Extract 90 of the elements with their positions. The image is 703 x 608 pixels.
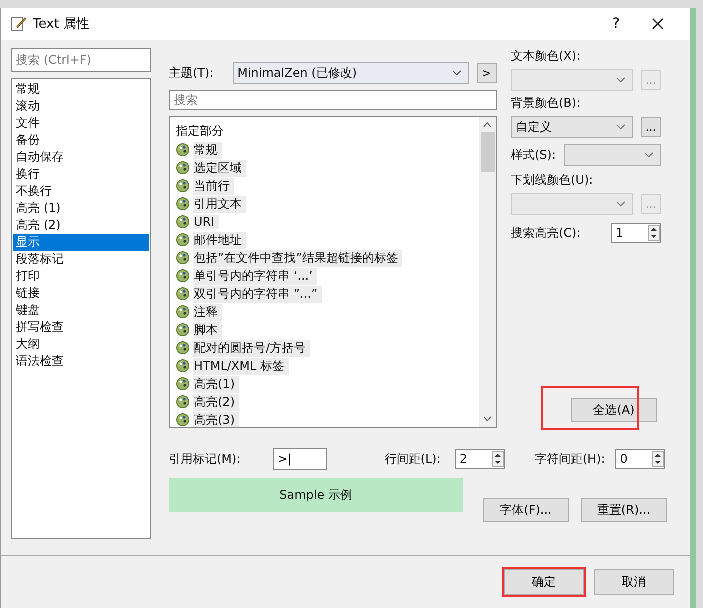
category-item[interactable]: 高亮 (1) [13, 200, 149, 217]
quote-mark-label: 引用标记(M): [169, 450, 241, 468]
palette-icon [176, 179, 190, 193]
style-label: 样式(S): [511, 146, 556, 164]
quote-mark-field[interactable]: >| [272, 448, 327, 470]
palette-icon [176, 197, 190, 211]
chevron-down-icon [616, 124, 626, 130]
palette-icon [176, 341, 190, 355]
next-button[interactable]: > [477, 63, 497, 83]
search-field[interactable]: 搜索 (Ctrl+F) [11, 48, 151, 72]
scroll-down-icon[interactable] [483, 416, 492, 422]
category-item[interactable]: 换行 [13, 166, 149, 183]
chevron-down-icon [452, 70, 462, 76]
chevron-down-icon [644, 152, 654, 158]
sample-preview: Sample 示例 [169, 478, 463, 512]
more-button[interactable]: ... [641, 117, 661, 137]
palette-icon [176, 395, 190, 409]
line-spacing-label: 行间距(L): [384, 450, 441, 468]
category-item[interactable]: 不换行 [13, 183, 149, 200]
underline-color-label: 下划线颜色(U): [511, 172, 594, 189]
spin-arrows-icon[interactable] [492, 451, 504, 467]
element-item[interactable]: 高亮(3) [193, 412, 239, 427]
list-header: 指定部分 [176, 123, 225, 140]
palette-icon [176, 359, 190, 373]
palette-icon [176, 269, 190, 283]
cancel-button[interactable]: 取消 [594, 569, 674, 595]
palette-icon [176, 287, 190, 301]
element-item[interactable]: 选定区域 [193, 160, 246, 176]
palette-icon [176, 305, 190, 319]
char-spacing-spinner[interactable]: 0 [615, 449, 666, 469]
element-item[interactable]: 单引号内的字符串 ‘...’ [193, 268, 317, 284]
element-item[interactable]: 脚本 [193, 322, 222, 338]
palette-icon [176, 323, 190, 337]
scrollbar[interactable] [479, 117, 496, 427]
spin-arrows-icon[interactable] [648, 225, 660, 241]
category-item[interactable]: 文件 [13, 115, 149, 132]
text-color-label: 文本颜色(X): [511, 48, 582, 65]
ok-button[interactable]: 确定 [504, 569, 584, 595]
theme-dropdown[interactable]: MinimalZen (已修改) [232, 62, 469, 84]
search-highlight-label: 搜索高亮(C): [511, 224, 581, 242]
element-item[interactable]: 配对的圆括号/方括号 [193, 340, 310, 356]
line-spacing-spinner[interactable]: 2 [454, 449, 505, 469]
element-item[interactable]: 注释 [193, 304, 222, 320]
close-icon[interactable] [652, 18, 664, 30]
category-item[interactable]: 备份 [13, 132, 149, 149]
category-item[interactable]: 常规 [13, 81, 149, 98]
spin-arrows-icon[interactable] [652, 451, 664, 467]
element-item[interactable]: 邮件地址 [193, 232, 246, 248]
notepad-icon [11, 16, 27, 32]
select-all-button[interactable]: 全选(A) [571, 398, 657, 422]
element-item[interactable]: 双引号内的字符串 ”...” [193, 286, 322, 302]
palette-icon [176, 143, 190, 157]
window-title: Text 属性 [33, 16, 90, 33]
element-item[interactable]: URI [193, 215, 219, 229]
scroll-thumb[interactable] [480, 132, 494, 172]
element-item[interactable]: 高亮(2) [193, 394, 239, 410]
palette-icon [176, 233, 190, 247]
theme-label: 主题(T): [169, 64, 215, 82]
category-item[interactable]: 滚动 [13, 98, 149, 115]
search-highlight-spinner[interactable]: 1 [611, 223, 661, 243]
element-item[interactable]: 引用文本 [193, 196, 246, 212]
palette-icon [176, 377, 190, 391]
chevron-down-icon [616, 201, 626, 207]
reset-button[interactable]: 重置(R)... [581, 498, 667, 522]
category-item[interactable]: 显示 [13, 234, 149, 251]
char-spacing-label: 字符间距(H): [534, 450, 606, 468]
help-button[interactable]: ? [612, 16, 620, 32]
search-field[interactable]: 搜索 [169, 90, 497, 110]
category-item[interactable]: 拼写检查 [13, 319, 149, 336]
category-item[interactable]: 链接 [13, 285, 149, 302]
category-item[interactable]: 高亮 (2) [13, 217, 149, 234]
category-item[interactable]: 段落标记 [13, 251, 149, 268]
palette-icon [176, 251, 190, 265]
element-item[interactable]: 包括”在文件中查找”结果超链接的标签 [193, 250, 402, 266]
category-item[interactable]: 打印 [13, 268, 149, 285]
palette-icon [176, 161, 190, 175]
element-item[interactable]: 当前行 [193, 178, 234, 194]
element-item[interactable]: HTML/XML 标签 [193, 358, 289, 374]
category-item[interactable]: 大纲 [13, 336, 149, 353]
category-item[interactable]: 自动保存 [13, 149, 149, 166]
background-color-label: 背景颜色(B): [511, 95, 582, 112]
category-item[interactable]: 语法检查 [13, 353, 149, 370]
category-item[interactable]: 键盘 [13, 302, 149, 319]
element-item[interactable]: 高亮(1) [193, 376, 239, 392]
background-color-dropdown[interactable]: 自定义 [511, 116, 633, 138]
scroll-up-icon[interactable] [483, 122, 492, 128]
font-button[interactable]: 字体(F)... [483, 498, 569, 522]
element-item[interactable]: 常规 [193, 142, 222, 158]
chevron-down-icon [616, 77, 626, 83]
palette-icon [176, 215, 190, 229]
